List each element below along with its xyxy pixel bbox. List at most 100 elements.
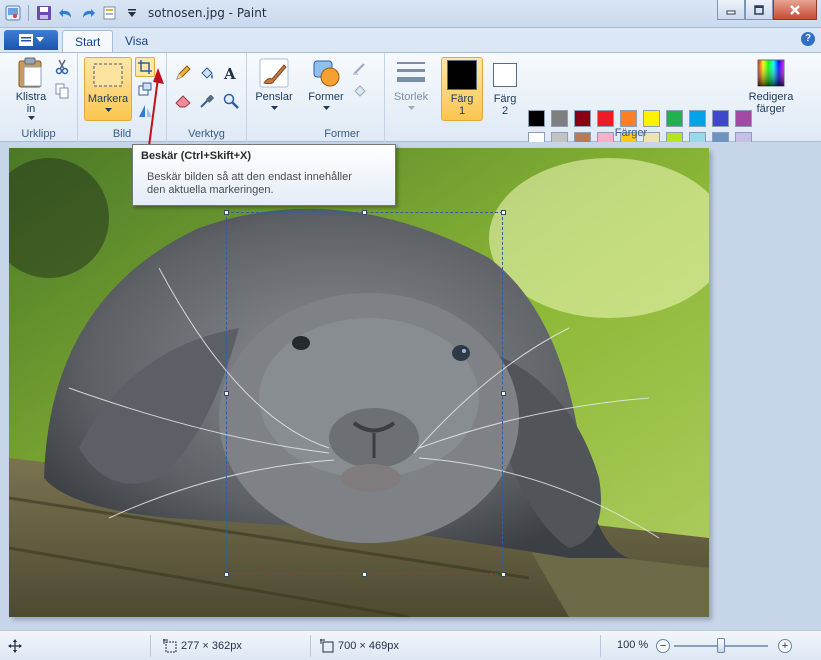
group-clipboard: Klistra in Urklipp [0,53,78,142]
group-label-clipboard: Urklipp [21,128,56,140]
brushes-label: Penslar [255,91,293,103]
group-tools: A Verktyg [167,53,247,142]
shapes-icon [310,57,342,89]
shapes-label: Former [308,91,344,103]
select-icon [92,59,124,91]
tab-visa[interactable]: Visa [113,30,160,52]
maximize-button[interactable] [745,0,773,20]
edit-colors-button[interactable]: Redigera färger [746,57,796,115]
color-swatch[interactable] [712,110,729,127]
tab-start[interactable]: Start [62,30,114,52]
tooltip-body-line1: Beskär bilden så att den endast innehåll… [147,171,352,183]
tooltip-title: Beskär (Ctrl+Skift+X) [141,150,252,162]
size-label: Storlek [393,91,429,103]
selection-handle[interactable] [362,210,367,215]
selection-size-indicator: 277 × 362px [163,639,242,653]
select-label: Markera [87,93,129,105]
color-picker-icon[interactable] [197,91,217,111]
paste-icon [15,57,47,89]
selection-handle[interactable] [224,391,229,396]
paste-label-line1: Klistra [15,91,47,103]
selection-handle[interactable] [362,572,367,577]
edit-colors-label-line2: färger [756,103,786,115]
selection-handle[interactable] [224,572,229,577]
line-size-icon [395,57,427,89]
copy-icon[interactable] [52,81,72,101]
selection-size: 277 × 362px [181,640,242,652]
magnifier-icon[interactable] [221,91,241,111]
selection-handle[interactable] [501,572,506,577]
selection-handle[interactable] [501,210,506,215]
selection-rectangle[interactable] [226,212,503,574]
group-size: Storlek [385,53,437,142]
shapes-button[interactable]: Former [304,57,348,110]
paste-label-line2: in [26,103,36,115]
color-swatch[interactable] [620,110,637,127]
paint-menu-button[interactable] [4,30,58,50]
color-swatch[interactable] [597,110,614,127]
title-bar: sotnosen.jpg - Paint [0,0,821,28]
window-title: sotnosen.jpg - Paint [148,6,267,20]
selection-size-icon [163,639,177,653]
svg-text:A: A [223,65,236,81]
brush-icon [258,57,290,89]
selection-handle[interactable] [501,391,506,396]
ribbon-tab-row: Start Visa ? [0,28,821,52]
color1-label-line2: 1 [458,105,466,117]
zoom-in-button[interactable]: + [778,639,792,653]
cursor-position-icon [8,639,22,653]
color2-button[interactable]: Färg 2 [485,59,525,117]
color-swatch[interactable] [689,110,706,127]
group-label-tools: Verktyg [188,128,225,140]
color1-label-line1: Färg [450,93,474,105]
paint-app-icon[interactable] [4,4,22,22]
paste-button[interactable]: Klistra in [10,57,52,120]
size-button[interactable]: Storlek [389,57,433,110]
crop-tooltip: Beskär (Ctrl+Skift+X) Beskär bilden så a… [132,144,396,206]
drawing-canvas[interactable] [9,148,709,617]
cut-icon[interactable] [52,57,72,77]
brushes-button[interactable]: Penslar [251,57,297,110]
customize-toolbar-chevron-icon[interactable] [123,4,141,22]
help-icon[interactable]: ? [801,32,815,46]
save-icon[interactable] [35,4,53,22]
outline-icon[interactable] [350,59,370,79]
close-button[interactable] [773,0,817,20]
color-swatch[interactable] [574,110,591,127]
color-swatch[interactable] [643,110,660,127]
edit-colors-label-line1: Redigera [748,91,794,103]
image-size: 700 × 469px [338,640,399,652]
ribbon: Klistra in Urklipp Bild Markera A Verkty… [0,52,821,171]
color2-swatch [489,59,521,91]
color-spectrum-icon [755,57,787,89]
color2-label-line2: 2 [501,105,509,117]
color-swatch[interactable] [528,110,545,127]
fill-icon[interactable] [197,63,217,83]
group-shapes: Former Former [300,53,385,142]
color1-content[interactable]: Färg 1 [441,59,483,117]
eraser-icon[interactable] [173,91,193,111]
zoom-level: 100 % [617,639,649,651]
pencil-icon[interactable] [173,63,193,83]
image-size-indicator: 700 × 469px [320,639,399,653]
quick-access-toolbar [4,4,141,22]
color2-label-line1: Färg [493,93,517,105]
zoom-slider-thumb[interactable] [717,638,725,653]
redo-icon[interactable] [79,4,97,22]
status-bar: 277 × 362px 700 × 469px 100 % − + [0,630,821,660]
color-swatch[interactable] [551,110,568,127]
minimize-button[interactable] [717,0,745,20]
image-size-icon [320,639,334,653]
zoom-out-button[interactable]: − [656,639,670,653]
color-swatch[interactable] [666,110,683,127]
window-controls [717,0,817,20]
color1-swatch [446,59,478,91]
selection-handle[interactable] [224,210,229,215]
group-label-shapes: Former [324,128,360,140]
select-button-content[interactable]: Markera [84,59,132,112]
properties-icon[interactable] [101,4,119,22]
shape-fill-icon[interactable] [350,81,370,101]
group-label-colors: Färger [614,127,648,139]
undo-icon[interactable] [57,4,75,22]
text-icon[interactable]: A [221,63,241,83]
